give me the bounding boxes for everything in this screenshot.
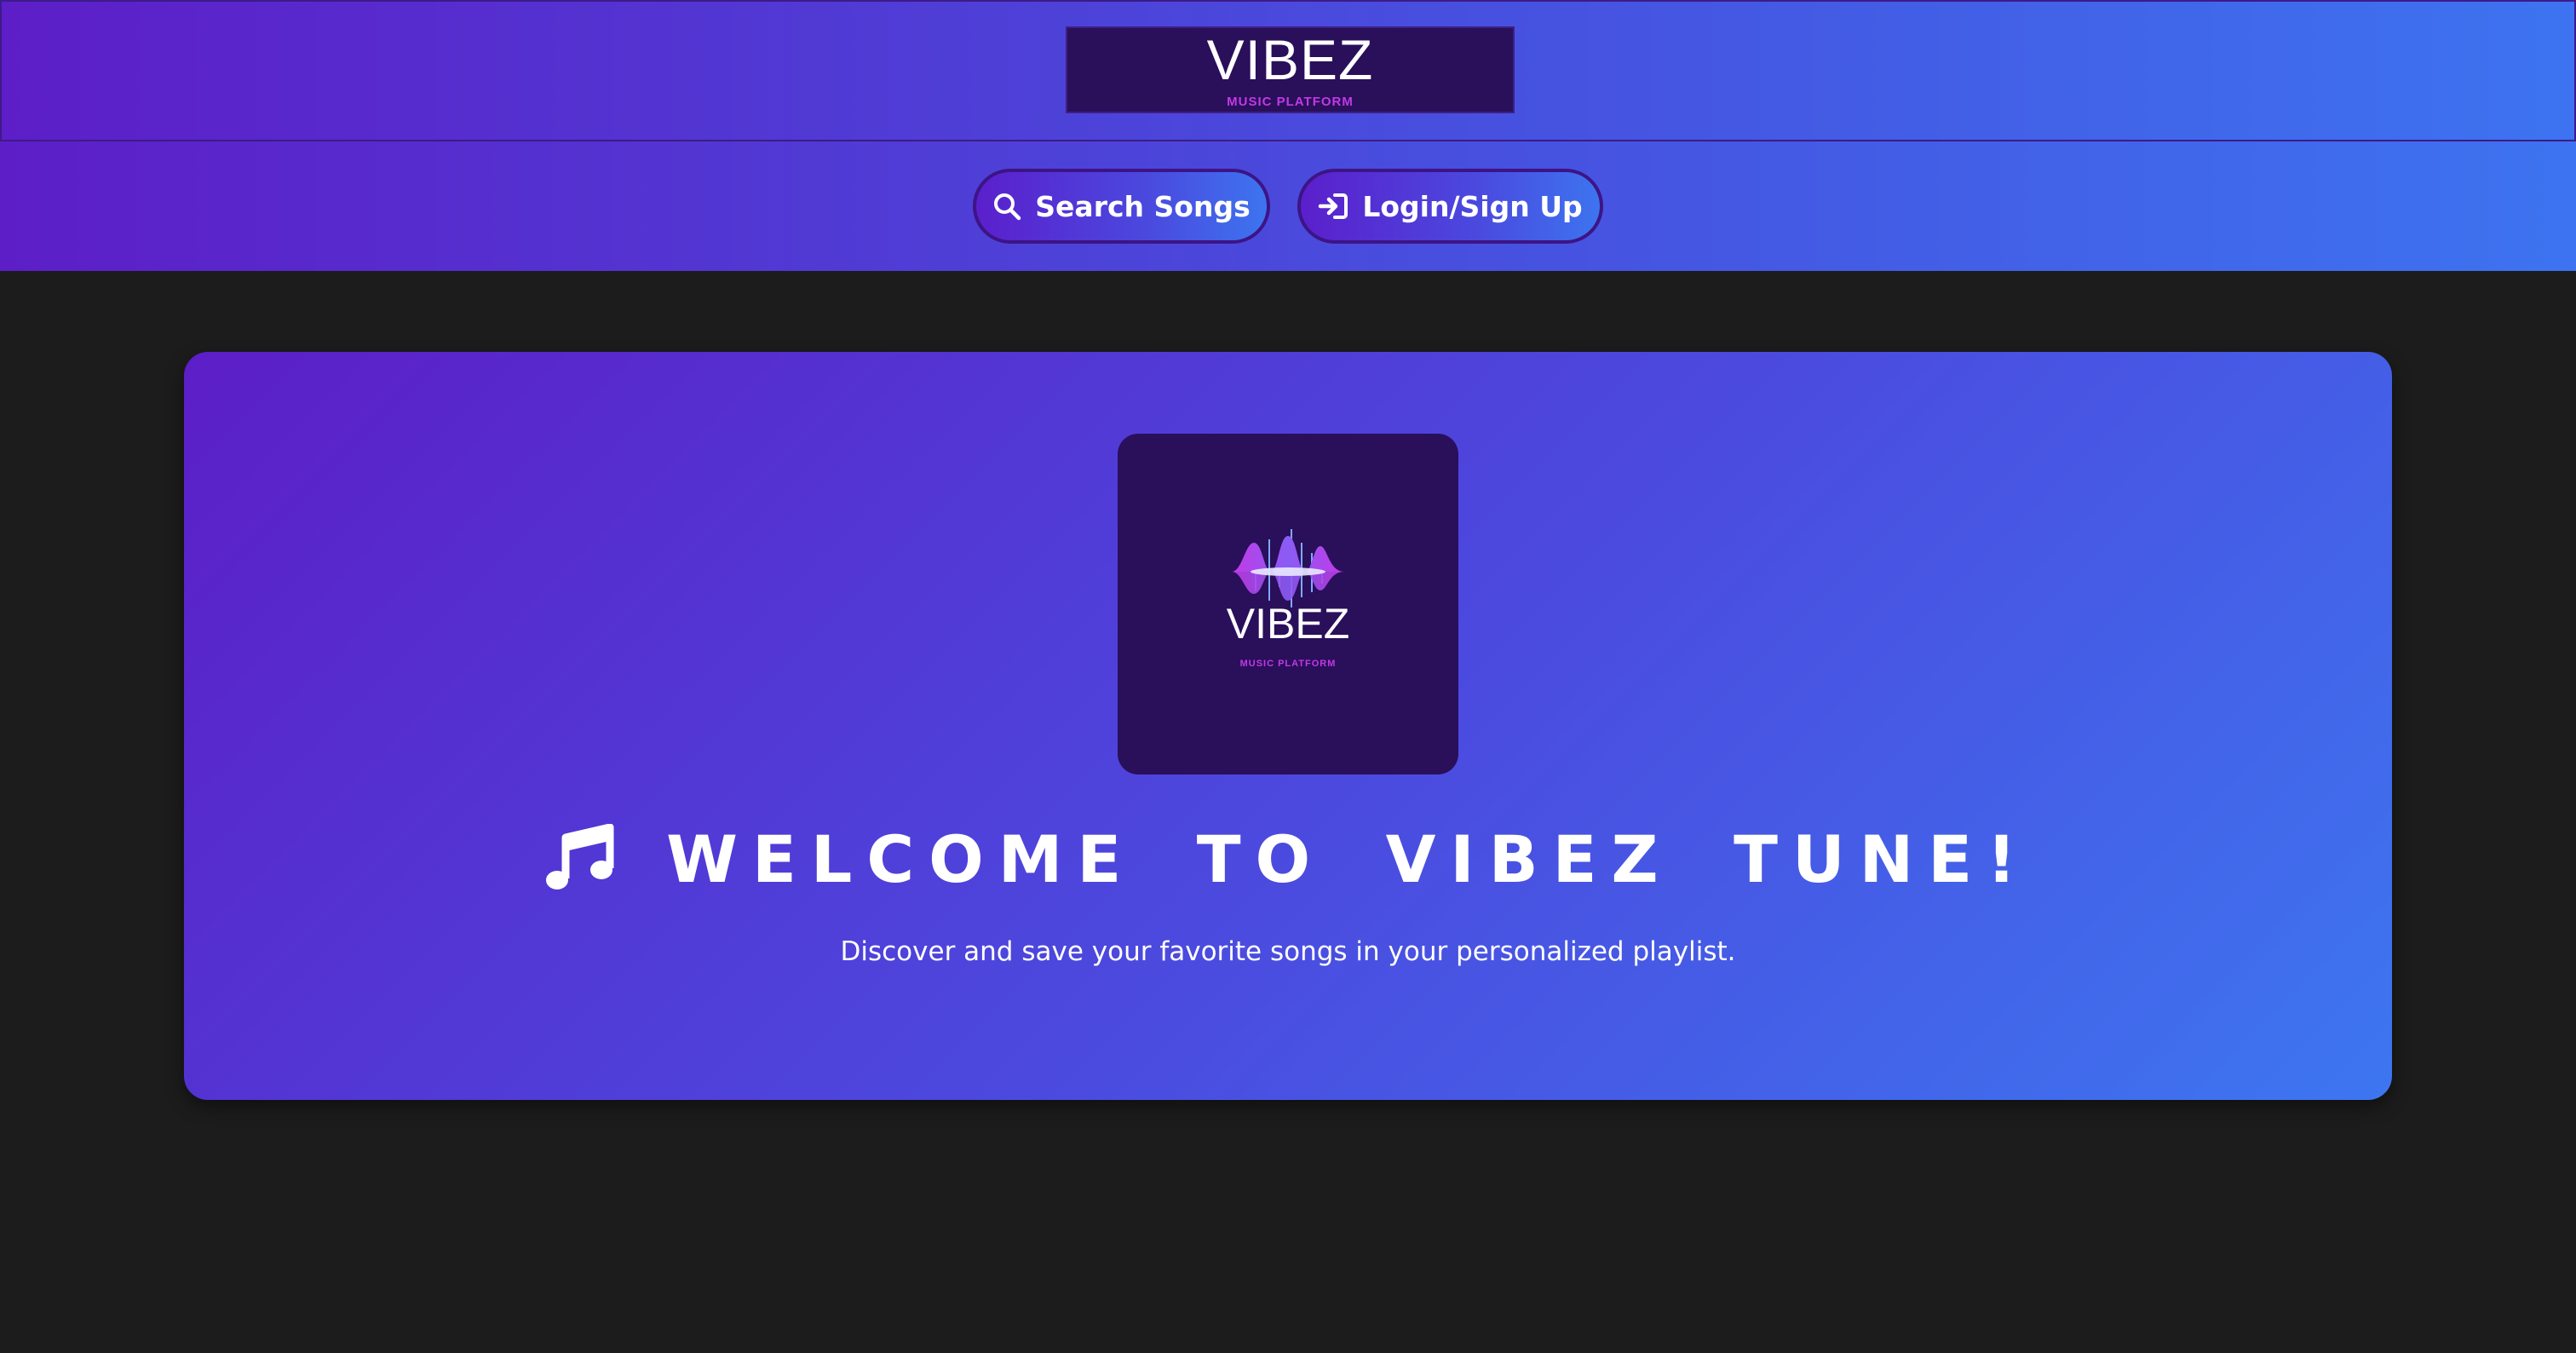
logo-title: VIBEZ (1226, 600, 1350, 648)
logo-subtitle: MUSIC PLATFORM (1239, 659, 1337, 669)
search-songs-button[interactable]: Search Songs (973, 169, 1270, 244)
login-signup-button[interactable]: Login/Sign Up (1297, 169, 1603, 244)
brand-subtitle: MUSIC PLATFORM (1227, 95, 1354, 109)
brand-logo[interactable]: VIBEZ MUSIC PLATFORM (1066, 26, 1515, 113)
header: VIBEZ MUSIC PLATFORM (0, 0, 2576, 141)
navigation-bar: Search Songs Login/Sign Up (0, 141, 2576, 271)
search-icon (992, 192, 1021, 221)
vibez-logo-image: VIBEZ MUSIC PLATFORM (1118, 434, 1458, 774)
search-songs-label: Search Songs (1035, 189, 1251, 223)
music-note-icon (545, 824, 615, 894)
welcome-description: Discover and save your favorite songs in… (840, 936, 1736, 967)
welcome-heading: WELCOME TO VIBEZ TUNE! (184, 812, 2392, 906)
sign-in-icon (1318, 193, 1348, 220)
brand-title: VIBEZ (1206, 28, 1374, 91)
hero-card: VIBEZ MUSIC PLATFORM WELCOME TO VIBEZ TU… (184, 352, 2392, 1100)
welcome-title: WELCOME TO VIBEZ TUNE! (666, 820, 2031, 897)
login-signup-label: Login/Sign Up (1362, 189, 1583, 223)
